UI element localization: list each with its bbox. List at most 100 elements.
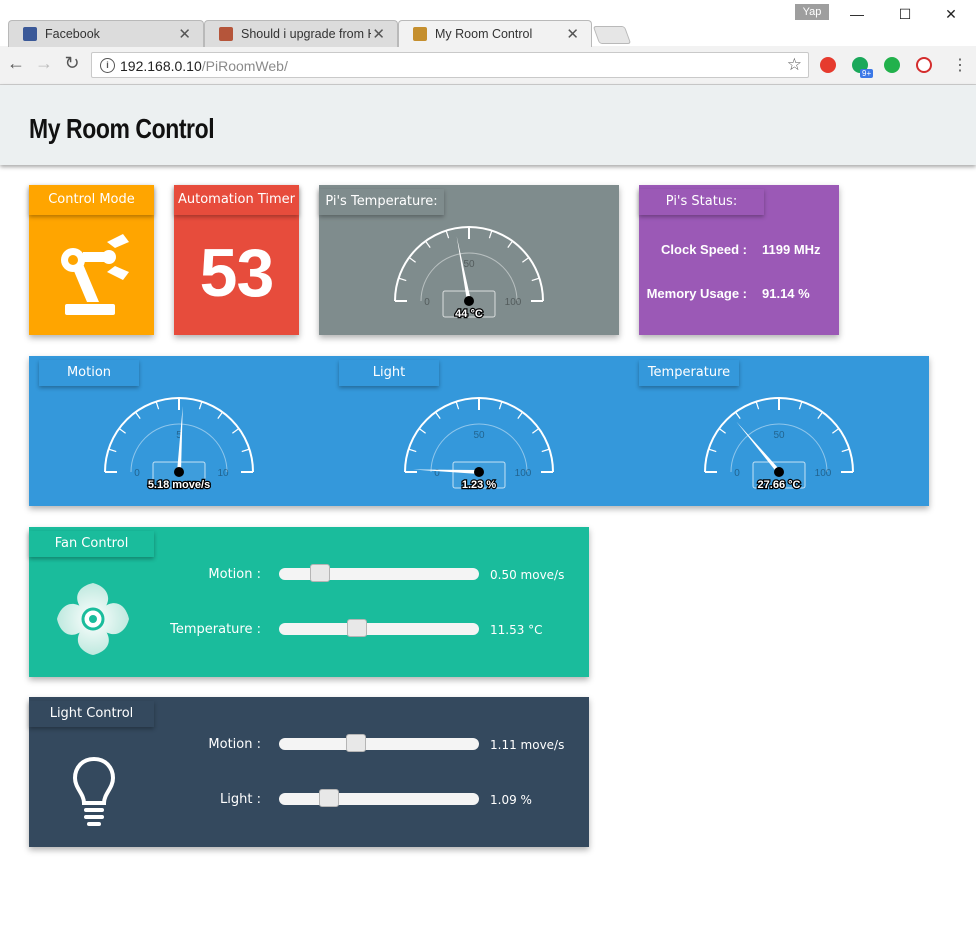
fan-control-card: Fan Control Motion : 0.50 move/s Tempera… xyxy=(29,527,589,677)
light-control-label: Light Control xyxy=(29,701,154,727)
pi-temperature-card: Pi's Temperature: 0 50 100 44 °C xyxy=(319,185,619,335)
light-level-value: 1.09 % xyxy=(490,793,532,807)
gauge-tick xyxy=(817,411,823,419)
reload-icon[interactable]: ↻ xyxy=(61,53,83,74)
fan-motion-slider[interactable] xyxy=(279,564,479,582)
sensors-card: Motion 0 5 10 5.18 move/s Light 0 50 100 1.23 … xyxy=(29,356,929,506)
slider-handle[interactable] xyxy=(345,734,366,752)
new-tab-button[interactable] xyxy=(592,26,632,44)
gauge-tick xyxy=(241,448,250,453)
gauge-tick xyxy=(408,448,417,453)
maximize-icon[interactable]: ☐ xyxy=(890,6,920,23)
slider-handle[interactable] xyxy=(347,619,368,637)
gauge-min-label: 0 xyxy=(134,468,140,479)
bookmark-star-icon[interactable]: ☆ xyxy=(787,55,802,75)
profile-button[interactable]: Yap xyxy=(795,4,829,20)
gauge-tick xyxy=(198,401,203,410)
automation-timer-label: Automation Timer xyxy=(174,185,299,215)
gauge-min-label: 0 xyxy=(424,297,430,308)
light-level-slider[interactable] xyxy=(279,789,479,807)
close-icon[interactable]: ✕ xyxy=(372,25,385,43)
fan-temperature-slider[interactable] xyxy=(279,619,479,637)
gauge-tick xyxy=(531,277,540,282)
gauge-max-label: 100 xyxy=(515,468,532,479)
slider-handle[interactable] xyxy=(318,789,339,807)
close-icon[interactable]: ✕ xyxy=(566,25,579,43)
gauge-mid-label: 50 xyxy=(463,259,475,270)
gauge-tick xyxy=(498,401,503,410)
tab-title: Should i upgrade from H xyxy=(241,27,371,41)
gauge-tick xyxy=(507,240,513,248)
clock-speed-label: Clock Speed : xyxy=(661,242,747,257)
robot-arm-icon xyxy=(61,234,129,315)
minimize-icon[interactable]: — xyxy=(842,6,872,22)
pi-status-card: Pi's Status: Clock Speed : 1199 MHz Memo… xyxy=(639,185,839,335)
gauge-tick xyxy=(798,401,803,410)
block-extension-icon[interactable] xyxy=(916,57,932,73)
gauge-tick xyxy=(708,448,717,453)
extension-badge: 9+ xyxy=(860,69,874,78)
gauge-tick xyxy=(418,428,426,434)
tab-facebook[interactable]: Facebook ✕ xyxy=(8,20,204,47)
fan-control-label: Fan Control xyxy=(29,531,154,557)
address-bar[interactable]: i 192.168.0.10/PiRoomWeb/ ☆ xyxy=(91,52,809,78)
gauge-tick xyxy=(532,428,540,434)
browser-chrome: Facebook ✕ Should i upgrade from H ✕ My … xyxy=(0,0,976,85)
light-level-label: Light : xyxy=(220,792,261,807)
gauge-min-label: 0 xyxy=(734,468,740,479)
memory-usage-label: Memory Usage : xyxy=(646,286,747,301)
light-motion-slider[interactable] xyxy=(279,734,479,752)
slider-handle[interactable] xyxy=(309,564,330,582)
pi-temperature-label: Pi's Temperature: xyxy=(319,189,444,215)
url-text[interactable]: 192.168.0.10/PiRoomWeb/ xyxy=(120,58,288,74)
close-icon[interactable]: ✕ xyxy=(178,25,191,43)
forward-icon[interactable]: → xyxy=(33,53,55,74)
url-path: /PiRoomWeb/ xyxy=(201,58,288,74)
window-close-icon[interactable]: ✕ xyxy=(936,6,966,23)
gauge-tick xyxy=(232,428,240,434)
gauge-max-label: 100 xyxy=(505,297,522,308)
gauge-pivot xyxy=(464,296,474,306)
back-icon[interactable]: ← xyxy=(5,53,27,74)
gauge-value-label: 44 °C xyxy=(455,308,483,320)
light-label: Light xyxy=(339,360,439,386)
tab-upgrade-question[interactable]: Should i upgrade from H ✕ xyxy=(204,20,398,47)
lightbulb-icon xyxy=(72,756,116,826)
clock-speed-value: 1199 MHz xyxy=(762,242,821,257)
fan-temperature-value: 11.53 °C xyxy=(490,623,543,637)
opera-extension-icon[interactable] xyxy=(820,57,836,73)
tab-strip: Facebook ✕ Should i upgrade from H ✕ My … xyxy=(0,0,976,47)
gauge-needle xyxy=(413,469,480,474)
facebook-icon xyxy=(23,27,37,41)
fan-motion-value: 0.50 move/s xyxy=(490,568,565,582)
info-icon[interactable]: i xyxy=(100,58,115,73)
gauge-tick xyxy=(455,401,460,410)
tab-my-room-control[interactable]: My Room Control ✕ xyxy=(398,20,592,47)
gauge-tick xyxy=(425,240,431,248)
menu-icon[interactable]: ⋮ xyxy=(952,55,968,75)
gauge-pivot xyxy=(774,467,784,477)
hand-extension-icon[interactable] xyxy=(884,57,900,73)
gauge-tick xyxy=(832,428,840,434)
temperature-label: Temperature xyxy=(639,360,739,386)
motion-label: Motion xyxy=(39,360,139,386)
light-motion-value: 1.11 move/s xyxy=(490,738,565,752)
gauge-tick xyxy=(522,257,530,263)
page-title: My Room Control xyxy=(29,113,215,144)
site-icon xyxy=(219,27,233,41)
gauge-tick xyxy=(541,448,550,453)
gauge-value-label: 5.18 move/s xyxy=(148,479,210,491)
automation-timer-card: Automation Timer 53 xyxy=(174,185,299,335)
light-motion-label: Motion : xyxy=(208,737,261,752)
gauge-tick xyxy=(108,448,117,453)
url-host: 192.168.0.10 xyxy=(120,58,202,74)
pi-temperature-gauge: 0 50 100 44 °C xyxy=(394,226,544,321)
browser-toolbar: ← → ↻ i 192.168.0.10/PiRoomWeb/ ☆ 9+ ⋮ xyxy=(0,47,976,84)
motion-gauge: 05105.18 move/s xyxy=(104,397,254,492)
control-mode-card[interactable]: Control Mode xyxy=(29,185,154,335)
gauge-mid-label: 50 xyxy=(473,430,485,441)
page-header: My Room Control xyxy=(0,85,976,165)
tab-title: Facebook xyxy=(45,27,100,41)
gauge-tick xyxy=(435,411,441,419)
memory-usage-value: 91.14 % xyxy=(762,286,810,301)
